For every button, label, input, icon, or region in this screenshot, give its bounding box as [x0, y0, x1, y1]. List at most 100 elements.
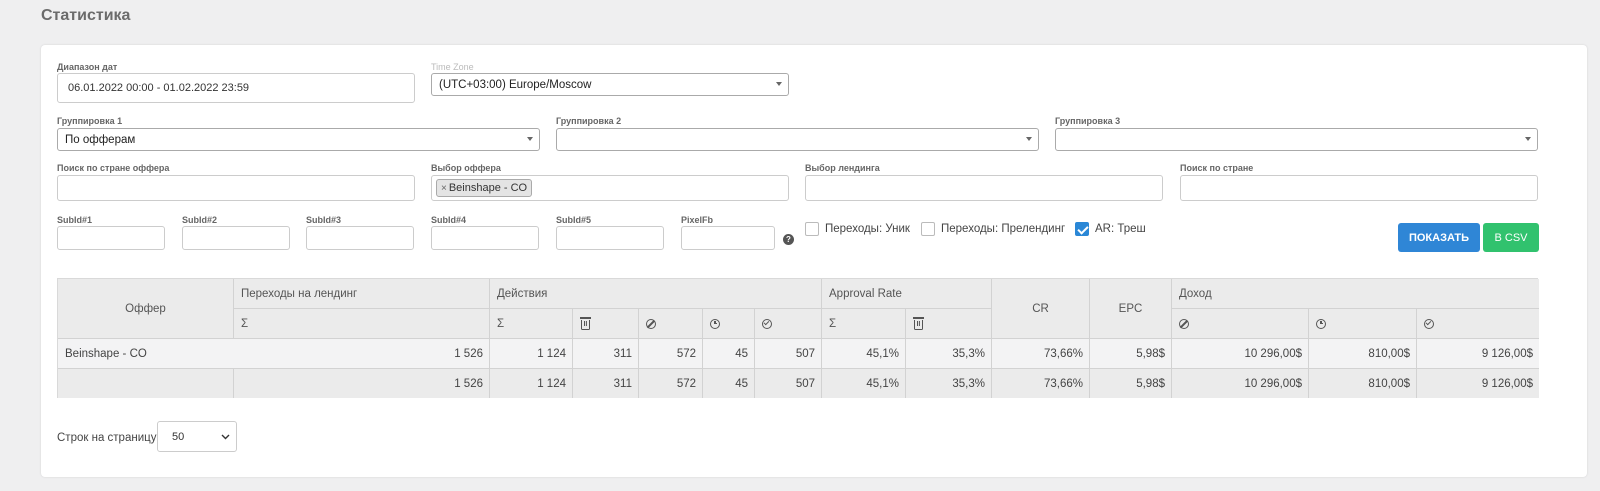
date-range-label: Диапазон дат: [57, 62, 118, 72]
rows-per-page-select[interactable]: 50: [157, 421, 237, 452]
totals-row-income-rejected: 10 296,00$: [1172, 369, 1309, 398]
table-row-clicks: 1 526: [234, 339, 490, 369]
chevron-down-icon: [776, 82, 782, 86]
header-clicks-sum[interactable]: Σ: [234, 309, 490, 339]
totals-row-actions-total: 1 124: [490, 369, 573, 398]
subid-5-input[interactable]: [556, 226, 664, 250]
prelanding-clicks-checkbox[interactable]: [921, 222, 935, 236]
totals-row-actions-pending: 45: [703, 369, 755, 398]
header-offer[interactable]: Оффер: [58, 279, 234, 339]
header-income-approved[interactable]: [1417, 309, 1539, 339]
table-row-actions-rejected: 572: [639, 339, 703, 369]
chevron-down-icon: [1026, 137, 1032, 141]
selected-offer-tag-label: Beinshape - CO: [448, 182, 528, 194]
grouping-3-select[interactable]: [1055, 128, 1538, 151]
remove-tag-icon[interactable]: ×: [441, 183, 447, 194]
ar-trash-checkbox[interactable]: [1075, 222, 1089, 236]
time-zone-select[interactable]: (UTC+03:00) Europe/Moscow: [431, 73, 789, 96]
sum-symbol: Σ: [241, 317, 249, 330]
chevron-down-icon: [221, 434, 230, 440]
header-actions-trash[interactable]: [573, 309, 639, 339]
totals-row-income-approved: 9 126,00$: [1417, 369, 1539, 398]
header-income: Доход: [1172, 279, 1539, 309]
trash-icon: [579, 317, 591, 330]
header-actions: Действия: [490, 279, 822, 309]
totals-row-epc: 5,98$: [1090, 369, 1172, 398]
table-row-income-approved: 9 126,00$: [1417, 339, 1539, 369]
header-actions-pending[interactable]: [703, 309, 755, 339]
subid-1-input[interactable]: [57, 226, 165, 250]
rows-per-page-label: Строк на страницу:: [57, 432, 160, 444]
time-zone-value: (UTC+03:00) Europe/Moscow: [439, 78, 592, 91]
subid-3-input[interactable]: [306, 226, 414, 250]
date-range-input[interactable]: 06.01.2022 00:00 - 01.02.2022 23:59: [57, 73, 415, 103]
ban-icon: [1179, 318, 1189, 329]
totals-row-clicks: 1 526: [234, 369, 490, 398]
selected-offer-tag: × Beinshape - CO: [436, 179, 533, 197]
grouping-1-label: Группировка 1: [57, 116, 123, 126]
table-row-actions-total: 1 124: [490, 339, 573, 369]
table-row-ar-trash: 35,3%: [906, 339, 992, 369]
totals-row-actions-trash: 311: [573, 369, 639, 398]
header-income-rejected[interactable]: [1172, 309, 1309, 339]
landing-select-input[interactable]: [805, 175, 1163, 201]
unique-clicks-label: Переходы: Уник: [825, 223, 910, 235]
header-epc[interactable]: EPC: [1090, 279, 1172, 339]
subid-5-label: SubId#5: [556, 215, 592, 225]
grouping-3-label: Группировка 3: [1055, 116, 1121, 126]
grouping-2-label: Группировка 2: [556, 116, 622, 126]
grouping-1-select[interactable]: По офферам: [57, 128, 540, 151]
header-actions-sum[interactable]: Σ: [490, 309, 573, 339]
subid-3-label: SubId#3: [306, 215, 342, 225]
country-search-label: Поиск по стране: [1180, 163, 1254, 173]
offer-country-search-input[interactable]: [57, 175, 415, 201]
clock-icon: [1316, 318, 1326, 329]
statistics-card: Диапазон дат 06.01.2022 00:00 - 01.02.20…: [41, 45, 1587, 477]
totals-row-cr: 73,66%: [992, 369, 1090, 398]
sum-symbol: Σ: [829, 317, 837, 330]
ban-icon: [646, 318, 656, 329]
header-actions-approved[interactable]: [755, 309, 822, 339]
page-title: Статистика: [41, 7, 131, 24]
export-csv-button[interactable]: В CSV: [1483, 223, 1539, 252]
totals-row-actions-rejected: 572: [639, 369, 703, 398]
table-row-epc: 5,98$: [1090, 339, 1172, 369]
header-actions-rejected[interactable]: [639, 309, 703, 339]
check-circle-icon: [762, 318, 772, 329]
clock-icon: [710, 318, 720, 329]
table-row-actions-approved: 507: [755, 339, 822, 369]
header-income-pending[interactable]: [1309, 309, 1417, 339]
totals-row-ar-trash: 35,3%: [906, 369, 992, 398]
statistics-table: Оффер Переходы на лендинг Действия Appro…: [57, 278, 1539, 398]
help-icon[interactable]: ?: [783, 234, 794, 245]
pixel-fb-input[interactable]: [681, 226, 775, 250]
totals-row-offer: [58, 369, 234, 398]
totals-row-income-pending: 810,00$: [1309, 369, 1417, 398]
show-button[interactable]: ПОКАЗАТЬ: [1398, 223, 1480, 252]
header-ar-trash[interactable]: [906, 309, 992, 339]
rows-per-page-value: 50: [172, 430, 185, 443]
table-row-ar-total: 45,1%: [822, 339, 906, 369]
table-row-actions-trash: 311: [573, 339, 639, 369]
table-row-actions-pending: 45: [703, 339, 755, 369]
offer-country-search-label: Поиск по стране оффера: [57, 163, 170, 173]
table-row-income-rejected: 10 296,00$: [1172, 339, 1309, 369]
header-ar-sum[interactable]: Σ: [822, 309, 906, 339]
header-landing-clicks: Переходы на лендинг: [234, 279, 490, 309]
subid-4-input[interactable]: [431, 226, 539, 250]
sum-symbol: Σ: [497, 317, 505, 330]
header-approval-rate: Approval Rate: [822, 279, 992, 309]
subid-1-label: SubId#1: [57, 215, 93, 225]
country-search-input[interactable]: [1180, 175, 1538, 201]
trash-icon: [912, 317, 924, 330]
table-row-cr: 73,66%: [992, 339, 1090, 369]
table-row-income-pending: 810,00$: [1309, 339, 1417, 369]
time-zone-label: Time Zone: [431, 62, 474, 72]
subid-2-input[interactable]: [182, 226, 290, 250]
offer-select-input[interactable]: × Beinshape - CO: [431, 175, 789, 201]
prelanding-clicks-label: Переходы: Прелендинг: [941, 223, 1066, 235]
grouping-2-select[interactable]: [556, 128, 1039, 151]
header-cr[interactable]: CR: [992, 279, 1090, 339]
grouping-1-value: По офферам: [65, 133, 136, 146]
unique-clicks-checkbox[interactable]: [805, 222, 819, 236]
